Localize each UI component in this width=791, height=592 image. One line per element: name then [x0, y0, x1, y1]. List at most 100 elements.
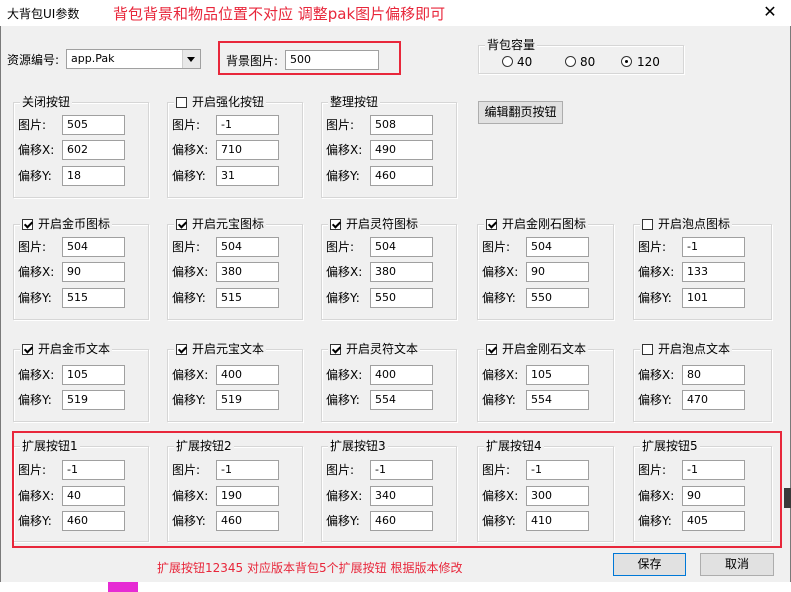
text-checkbox-4[interactable] [486, 343, 497, 355]
icon-checkbox-2[interactable] [176, 218, 187, 230]
capacity-80-radio[interactable] [565, 56, 576, 67]
text-y-label-3: 偏移Y: [326, 393, 360, 407]
text-group-3: 开启灵符文本 [321, 342, 457, 422]
icon-image-label-4: 图片: [482, 240, 511, 254]
icon-checkbox-5[interactable] [642, 218, 653, 230]
row1-x-input-2[interactable]: 710 [216, 140, 279, 160]
top-annotation: 背包背景和物品位置不对应 调整pak图片偏移即可 [113, 5, 446, 23]
icon-image-label-2: 图片: [172, 240, 201, 254]
icon-image-input-4[interactable]: 504 [526, 237, 589, 257]
row1-x-input-1[interactable]: 602 [62, 140, 125, 160]
icon-image-input-1[interactable]: 504 [62, 237, 125, 257]
capacity-title: 背包容量 [485, 38, 538, 52]
icon-y-input-3[interactable]: 550 [370, 288, 433, 308]
text-y-input-5[interactable]: 470 [682, 390, 745, 410]
save-button[interactable]: 保存 [613, 553, 686, 576]
icon-x-input-5[interactable]: 133 [682, 262, 745, 282]
row1-image-label-2: 图片: [172, 118, 201, 132]
resource-select[interactable]: app.Pak [66, 49, 201, 69]
bottom-annotation: 扩展按钮12345 对应版本背包5个扩展按钮 根据版本修改 [157, 561, 463, 575]
icon-x-input-2[interactable]: 380 [216, 262, 279, 282]
icon-image-label-3: 图片: [326, 240, 355, 254]
icon-x-label-5: 偏移X: [638, 265, 675, 279]
chevron-down-icon[interactable] [182, 50, 200, 68]
icon-title-4: 开启金刚石图标 [502, 217, 587, 231]
text-y-label-5: 偏移Y: [638, 393, 672, 407]
text-x-label-1: 偏移X: [18, 368, 55, 382]
row1-legend-3: 整理按钮 [328, 95, 381, 109]
background-window-strip [0, 582, 791, 592]
text-y-input-3[interactable]: 554 [370, 390, 433, 410]
icon-x-input-3[interactable]: 380 [370, 262, 433, 282]
text-checkbox-1[interactable] [22, 343, 33, 355]
text-x-input-1[interactable]: 105 [62, 365, 125, 385]
row1-y-label-1: 偏移Y: [18, 169, 52, 183]
icon-legend-3: 开启灵符图标 [328, 217, 421, 231]
icon-title-3: 开启灵符图标 [346, 217, 419, 231]
icon-image-label-1: 图片: [18, 240, 47, 254]
text-y-label-2: 偏移Y: [172, 393, 206, 407]
text-legend-5: 开启泡点文本 [640, 342, 733, 356]
icon-checkbox-4[interactable] [486, 218, 497, 230]
text-y-input-4[interactable]: 554 [526, 390, 589, 410]
row1-y-input-2[interactable]: 31 [216, 166, 279, 186]
cancel-button[interactable]: 取消 [700, 553, 774, 576]
row1-checkbox-2[interactable] [176, 96, 187, 108]
row1-x-input-3[interactable]: 490 [370, 140, 433, 160]
text-x-input-2[interactable]: 400 [216, 365, 279, 385]
close-icon[interactable]: ✕ [760, 2, 780, 22]
text-x-input-3[interactable]: 400 [370, 365, 433, 385]
text-y-label-1: 偏移Y: [18, 393, 52, 407]
text-y-input-1[interactable]: 519 [62, 390, 125, 410]
text-y-label-4: 偏移Y: [482, 393, 516, 407]
icon-legend-5: 开启泡点图标 [640, 217, 733, 231]
text-checkbox-5[interactable] [642, 343, 653, 355]
capacity-40-radio[interactable] [502, 56, 513, 67]
row1-image-input-1[interactable]: 505 [62, 115, 125, 135]
text-x-label-3: 偏移X: [326, 368, 363, 382]
text-x-input-4[interactable]: 105 [526, 365, 589, 385]
edit-page-button[interactable]: 编辑翻页按钮 [478, 101, 563, 124]
text-x-input-5[interactable]: 80 [682, 365, 745, 385]
icon-x-label-2: 偏移X: [172, 265, 209, 279]
icon-x-label-1: 偏移X: [18, 265, 55, 279]
text-legend-1: 开启金币文本 [20, 342, 113, 356]
row1-x-label-1: 偏移X: [18, 143, 55, 157]
text-y-input-2[interactable]: 519 [216, 390, 279, 410]
row1-y-input-1[interactable]: 18 [62, 166, 125, 186]
text-checkbox-3[interactable] [330, 343, 341, 355]
row1-y-input-3[interactable]: 460 [370, 166, 433, 186]
edge-fragment [784, 488, 791, 508]
icon-checkbox-3[interactable] [330, 218, 341, 230]
capacity-120-radio[interactable] [621, 56, 632, 67]
window-title: 大背包UI参数 [7, 7, 80, 21]
icon-checkbox-1[interactable] [22, 218, 33, 230]
capacity-40-label: 40 [517, 55, 533, 69]
text-checkbox-2[interactable] [176, 343, 187, 355]
icon-image-input-2[interactable]: 504 [216, 237, 279, 257]
icon-x-label-4: 偏移X: [482, 265, 519, 279]
icon-x-input-4[interactable]: 90 [526, 262, 589, 282]
capacity-80-label: 80 [580, 55, 596, 69]
icon-y-input-1[interactable]: 515 [62, 288, 125, 308]
row1-image-input-3[interactable]: 508 [370, 115, 433, 135]
text-group-4: 开启金刚石文本 [477, 342, 614, 422]
icon-image-input-5[interactable]: -1 [682, 237, 745, 257]
text-x-label-5: 偏移X: [638, 368, 675, 382]
text-title-5: 开启泡点文本 [658, 342, 731, 356]
icon-y-input-2[interactable]: 515 [216, 288, 279, 308]
icon-y-input-4[interactable]: 550 [526, 288, 589, 308]
icon-x-input-1[interactable]: 90 [62, 262, 125, 282]
icon-y-label-4: 偏移Y: [482, 291, 516, 305]
icon-y-input-5[interactable]: 101 [682, 288, 745, 308]
text-x-label-2: 偏移X: [172, 368, 209, 382]
capacity-120-label: 120 [637, 55, 660, 69]
text-legend-4: 开启金刚石文本 [484, 342, 589, 356]
row1-image-input-2[interactable]: -1 [216, 115, 279, 135]
text-title-2: 开启元宝文本 [192, 342, 265, 356]
row1-y-label-2: 偏移Y: [172, 169, 206, 183]
icon-image-input-3[interactable]: 504 [370, 237, 433, 257]
icon-legend-2: 开启元宝图标 [174, 217, 267, 231]
row1-title-2: 开启强化按钮 [192, 95, 265, 109]
text-title-4: 开启金刚石文本 [502, 342, 587, 356]
